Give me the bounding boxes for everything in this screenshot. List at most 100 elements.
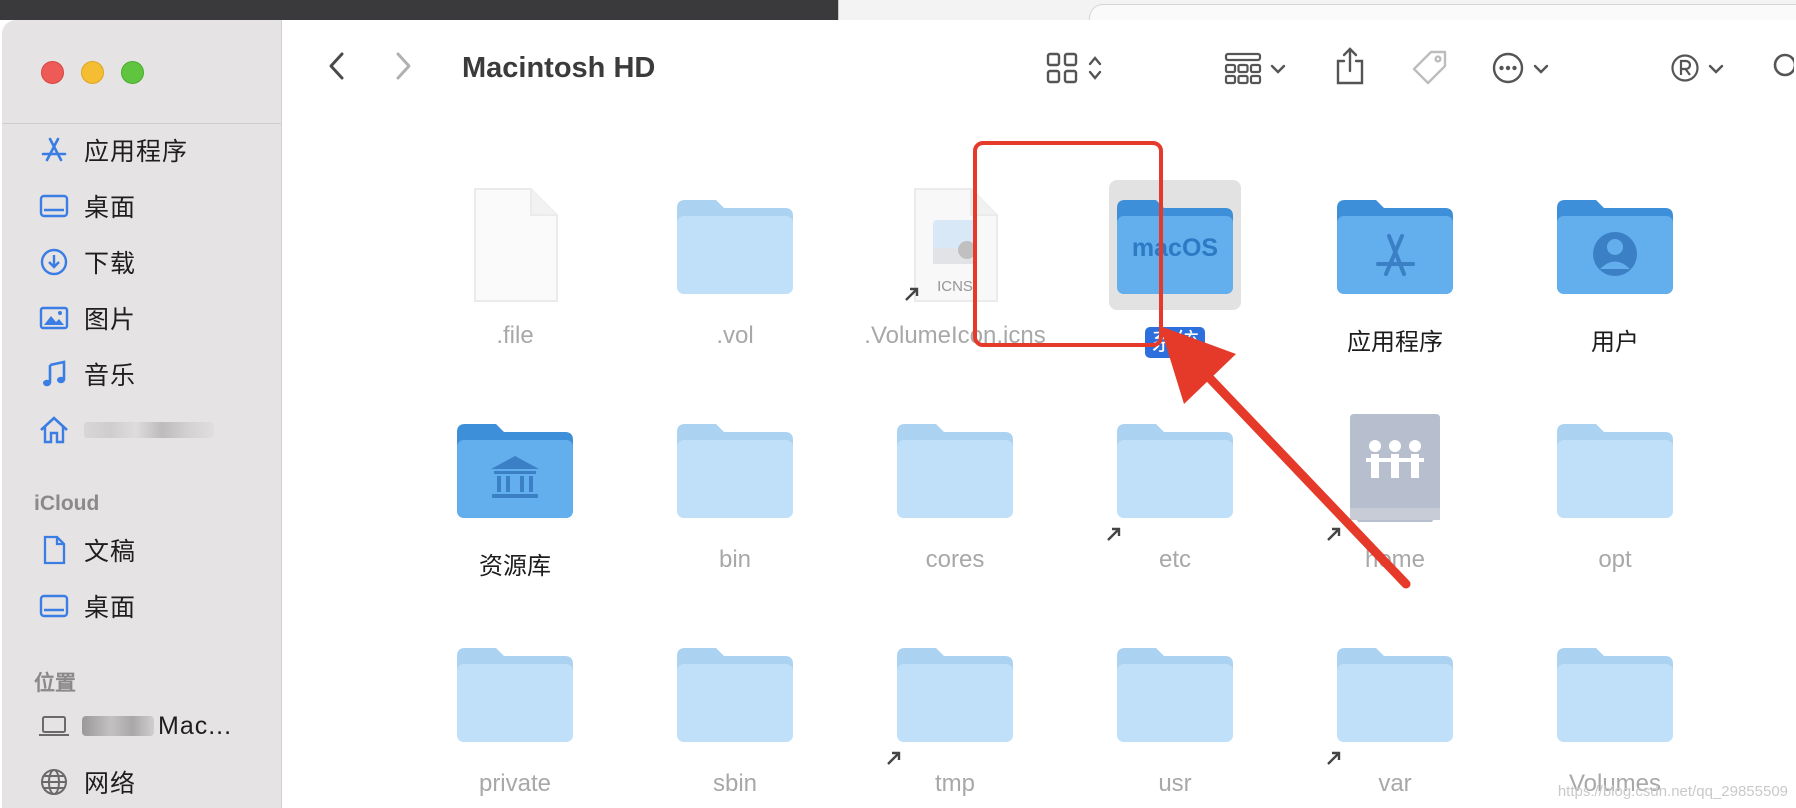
- folder-icon: [669, 628, 801, 758]
- sidebar-section-locations: 位置: [34, 672, 76, 695]
- folder-icon: [669, 180, 801, 310]
- file-name: private: [478, 770, 552, 797]
- file-name: sbin: [712, 770, 758, 797]
- grid-view-icon: [1045, 51, 1079, 90]
- file-name: opt: [1598, 546, 1632, 573]
- folder-item[interactable]: var: [1295, 618, 1495, 808]
- forward-button[interactable]: [393, 50, 413, 87]
- sidebar-item-mac[interactable]: Mac...: [2, 704, 282, 748]
- folder-item[interactable]: private: [415, 618, 615, 808]
- back-button[interactable]: [327, 50, 347, 87]
- folder-item[interactable]: Volumes: [1515, 618, 1715, 808]
- sidebar-divider: [2, 123, 282, 124]
- chevron-left-icon: [327, 50, 347, 87]
- desktop-icon: [36, 191, 72, 221]
- sidebar-item-documents[interactable]: 文稿: [2, 528, 282, 572]
- folder-icon: [1109, 628, 1241, 758]
- file-name: var: [1378, 770, 1412, 797]
- toolbar: Macintosh HD: [283, 20, 1796, 120]
- sidebar-item-icloud-desktop[interactable]: 桌面: [2, 584, 282, 628]
- folder-item[interactable]: sbin: [635, 618, 835, 808]
- registered-icon: [1670, 53, 1700, 88]
- desktop-icon: [36, 591, 72, 621]
- tag-icon: [1409, 49, 1449, 92]
- redacted-computer-name: [82, 716, 154, 736]
- sidebar-item-network[interactable]: 网络: [2, 760, 282, 804]
- library-folder-icon: [449, 404, 581, 534]
- sidebar-item-label: 桌面: [84, 194, 137, 222]
- file-name: 资源库: [479, 553, 551, 580]
- sidebar-item-label: 网络: [84, 770, 137, 798]
- folder-item-library[interactable]: 资源库: [415, 394, 615, 599]
- folder-item[interactable]: .vol: [635, 170, 835, 375]
- account-button[interactable]: [1670, 53, 1724, 88]
- alias-arrow-icon: [903, 285, 921, 303]
- more-actions-button[interactable]: [1491, 51, 1549, 90]
- search-button[interactable]: [1770, 52, 1796, 87]
- group-icon: [1224, 51, 1262, 90]
- folder-icon: [1549, 404, 1681, 534]
- photos-icon: [36, 303, 72, 333]
- file-name: tmp: [934, 770, 975, 797]
- sidebar: 应用程序 桌面 下载 图片 音乐 iCloud 文稿 桌面 位置 Mac... …: [2, 20, 282, 808]
- sidebar-item-label: 应用程序: [84, 138, 189, 166]
- users-folder-icon: [1549, 180, 1681, 310]
- window-title: Macintosh HD: [462, 52, 656, 84]
- folder-icon: [1329, 628, 1461, 758]
- alias-arrow-icon: [1105, 525, 1123, 543]
- minimize-button[interactable]: [81, 61, 104, 84]
- sidebar-item-pictures[interactable]: 图片: [2, 296, 282, 340]
- document-icon: [449, 180, 581, 310]
- sidebar-item-downloads[interactable]: 下载: [2, 240, 282, 284]
- file-item[interactable]: .file: [415, 170, 615, 375]
- ellipsis-circle-icon: [1491, 51, 1525, 90]
- sidebar-section-icloud: iCloud: [34, 492, 100, 515]
- view-mode-button[interactable]: [1045, 51, 1103, 90]
- chevron-down-icon: [1533, 62, 1549, 80]
- file-name: bin: [718, 546, 752, 573]
- sidebar-item-applications[interactable]: 应用程序: [2, 128, 282, 172]
- folder-item[interactable]: opt: [1515, 394, 1715, 599]
- share-button[interactable]: [1334, 46, 1366, 91]
- tag-button[interactable]: [1409, 49, 1449, 92]
- sidebar-item-home[interactable]: [2, 408, 282, 452]
- apps-folder-icon: [1329, 180, 1461, 310]
- close-button[interactable]: [41, 61, 64, 84]
- sidebar-item-desktop[interactable]: 桌面: [2, 184, 282, 228]
- alias-arrow-icon: [885, 749, 903, 767]
- folder-item[interactable]: bin: [635, 394, 835, 599]
- sidebar-item-label: Mac...: [158, 711, 233, 740]
- laptop-icon: [36, 711, 72, 741]
- folder-icon: [669, 404, 801, 534]
- search-icon: [1770, 52, 1796, 87]
- redacted-username: [84, 422, 214, 438]
- folder-item[interactable]: usr: [1075, 618, 1275, 808]
- folder-item[interactable]: cores: [855, 394, 1055, 599]
- annotation-highlight-box: [973, 141, 1163, 347]
- file-name: 用户: [1591, 329, 1639, 356]
- share-icon: [1334, 46, 1366, 91]
- group-button[interactable]: [1224, 51, 1286, 90]
- background-window-strip: [0, 0, 1796, 20]
- zoom-button[interactable]: [121, 61, 144, 84]
- watermark: https://blog.csdn.net/qq_29855509: [1557, 783, 1788, 800]
- file-name: .vol: [716, 322, 754, 349]
- chevron-down-icon: [1270, 62, 1286, 80]
- folder-icon: [889, 628, 1021, 758]
- annotation-arrow: [1160, 326, 1411, 589]
- sidebar-item-label: 音乐: [84, 362, 137, 390]
- folder-icon: [449, 628, 581, 758]
- sidebar-item-label: 图片: [84, 306, 137, 334]
- file-name: cores: [925, 546, 985, 573]
- folder-icon: [889, 404, 1021, 534]
- music-icon: [36, 359, 72, 389]
- sidebar-item-music[interactable]: 音乐: [2, 352, 282, 396]
- download-icon: [36, 247, 72, 277]
- file-name: .file: [496, 322, 534, 349]
- folder-item[interactable]: tmp: [855, 618, 1055, 808]
- folder-icon: [1549, 628, 1681, 758]
- folder-item-users[interactable]: 用户: [1515, 170, 1715, 375]
- sidebar-item-label: 文稿: [84, 538, 137, 566]
- app-store-icon: [36, 135, 72, 165]
- document-icon: [36, 535, 72, 565]
